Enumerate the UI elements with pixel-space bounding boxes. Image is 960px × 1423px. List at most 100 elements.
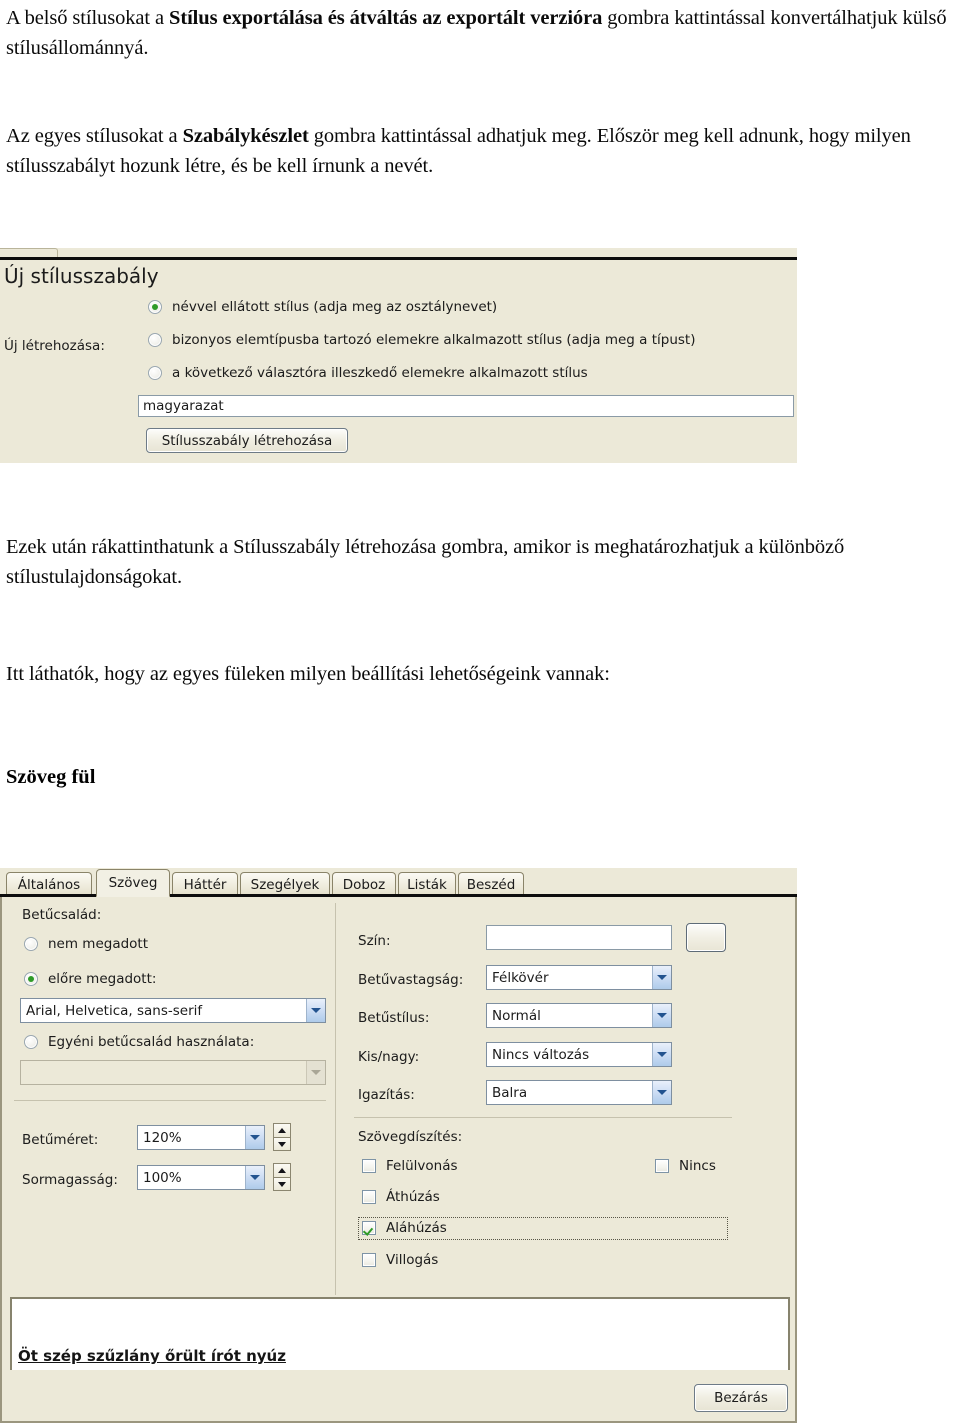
radio-font-unset[interactable] [24,937,38,951]
line-height-value: 100% [143,1169,182,1186]
checkbox-overline[interactable] [362,1159,376,1173]
dialog-footer: Bezárás [0,1370,797,1423]
column-divider [335,903,336,1295]
tab-szoveg[interactable]: Szöveg [96,869,170,897]
font-size-stepper-down[interactable] [273,1137,291,1151]
checkbox-line-through[interactable] [362,1190,376,1204]
font-size-stepper-up[interactable] [273,1123,291,1137]
text-align-combo[interactable]: Balra [486,1080,672,1105]
text-align-label: Igazítás: [358,1087,415,1103]
paragraph-after-create: Ezek után rákattinthatunk a Stílusszabál… [6,536,845,588]
create-style-rule-button-label: Stílusszabály létrehozása [161,432,333,449]
checkbox-overline-label: Felülvonás [386,1158,458,1174]
create-new-label: Új létrehozása: [4,338,105,354]
text-decoration-label: Szövegdíszítés: [358,1129,463,1145]
tab-listak-label: Listák [407,876,447,893]
close-button[interactable]: Bezárás [694,1384,788,1412]
style-properties-dialog: Általános Szöveg Háttér Szegélyek Doboz … [0,868,797,1416]
font-size-value: 120% [143,1129,182,1146]
checkbox-underline[interactable] [362,1221,376,1235]
font-family-label: Betűcsalád: [22,907,102,923]
radio-font-preset-label: előre megadott: [48,971,157,987]
radio-font-unset-label: nem megadott [48,936,149,952]
paragraph-ruleset: Az egyes stílusokat a Szabálykészlet gom… [6,122,936,181]
paragraph-2-bold-term: Szabálykészlet [182,125,309,147]
paragraph-tabs-intro: Itt láthatók, hogy az egyes füleken mily… [6,663,610,685]
dialog-top-rule [0,257,797,262]
chevron-down-icon[interactable] [245,1126,264,1149]
tab-altalanos-label: Általános [17,876,81,893]
tab-hatter-label: Háttér [183,876,227,893]
checkbox-none[interactable] [655,1159,669,1173]
text-case-label: Kis/nagy: [358,1049,420,1065]
font-size-label: Betűméret: [22,1132,99,1148]
font-family-custom-combo[interactable] [20,1060,326,1085]
radio-font-custom-label: Egyéni betűcsalád használata: [48,1034,255,1050]
radio-font-preset[interactable] [24,972,38,986]
text-align-value: Balra [492,1084,528,1101]
checkbox-underline-label: Aláhúzás [386,1220,447,1236]
paragraph-export-styles: A belső stílusokat a Stílus exportálása … [6,4,954,63]
tab-beszed[interactable]: Beszéd [458,872,524,896]
line-height-label: Sormagasság: [22,1172,118,1188]
new-rule-title: Új stílusszabály [4,264,159,288]
font-family-preset-combo[interactable]: Arial, Helvetica, sans-serif [20,998,326,1023]
chevron-down-icon[interactable] [245,1166,264,1189]
style-name-input[interactable]: magyarazat [138,395,794,417]
chevron-down-icon-disabled [306,1061,325,1084]
create-style-rule-button[interactable]: Stílusszabály létrehozása [146,428,348,453]
close-button-label: Bezárás [714,1390,768,1406]
chevron-down-icon[interactable] [652,1081,671,1104]
tab-doboz[interactable]: Doboz [332,872,396,896]
heading-szoveg-ful: Szöveg fül [6,766,96,788]
font-style-combo[interactable]: Normál [486,1003,672,1028]
radio-element-type-style-label: bizonyos elemtípusba tartozó elemekre al… [172,332,696,348]
color-label: Szín: [358,933,391,949]
checkbox-none-label: Nincs [679,1158,716,1174]
font-size-combo[interactable]: 120% [137,1125,265,1150]
tab-szegelyek-label: Szegélyek [250,876,320,893]
radio-selector-style[interactable] [148,366,162,380]
tab-szegelyek[interactable]: Szegélyek [240,872,330,896]
radio-selector-style-label: a következő választóra illeszkedő elemek… [172,365,588,381]
tab-hatter[interactable]: Háttér [172,872,238,896]
tab-page-szoveg: Betűcsalád: nem megadott előre megadott:… [0,897,797,1413]
paragraph-1-bold-term: Stílus exportálása és átváltás az export… [169,7,603,29]
checkbox-line-through-label: Áthúzás [386,1189,440,1205]
font-style-value: Normál [492,1007,541,1024]
text-case-value: Nincs változás [492,1046,590,1063]
style-name-input-value: magyarazat [143,398,224,414]
font-style-label: Betűstílus: [358,1010,430,1026]
radio-named-style-label: névvel ellátott stílus (adja meg az oszt… [172,299,498,315]
chevron-down-icon[interactable] [306,999,325,1022]
color-input[interactable] [486,925,672,950]
style-preview-text: Öt szép szűzlány őrült írót nyúz [18,1347,286,1365]
font-weight-label: Betűvastagság: [358,972,464,988]
tab-listak[interactable]: Listák [398,872,456,896]
line-height-stepper[interactable] [273,1163,291,1191]
tab-altalanos[interactable]: Általános [6,872,92,896]
line-height-stepper-up[interactable] [273,1163,291,1177]
checkbox-blink-label: Villogás [386,1252,439,1268]
new-style-rule-dialog: Új stílusszabály Új létrehozása: névvel … [0,248,797,463]
radio-named-style[interactable] [148,300,162,314]
checkbox-blink[interactable] [362,1253,376,1267]
tab-szoveg-label: Szöveg [108,875,158,891]
font-weight-value: Félkövér [492,969,549,986]
radio-element-type-style[interactable] [148,333,162,347]
color-picker-button[interactable] [686,923,726,952]
font-weight-combo[interactable]: Félkövér [486,965,672,990]
chevron-down-icon[interactable] [652,966,671,989]
font-size-stepper[interactable] [273,1123,291,1151]
font-family-preset-value: Arial, Helvetica, sans-serif [26,1002,203,1019]
paragraph-1-text-pre: A belső stílusokat a [6,7,170,29]
chevron-down-icon[interactable] [652,1043,671,1066]
line-height-combo[interactable]: 100% [137,1165,265,1190]
right-group-divider [354,1117,732,1118]
line-height-stepper-down[interactable] [273,1177,291,1191]
tab-doboz-label: Doboz [342,876,386,893]
text-case-combo[interactable]: Nincs változás [486,1042,672,1067]
chevron-down-icon[interactable] [652,1004,671,1027]
radio-font-custom[interactable] [24,1035,38,1049]
left-group-divider [14,1100,326,1101]
